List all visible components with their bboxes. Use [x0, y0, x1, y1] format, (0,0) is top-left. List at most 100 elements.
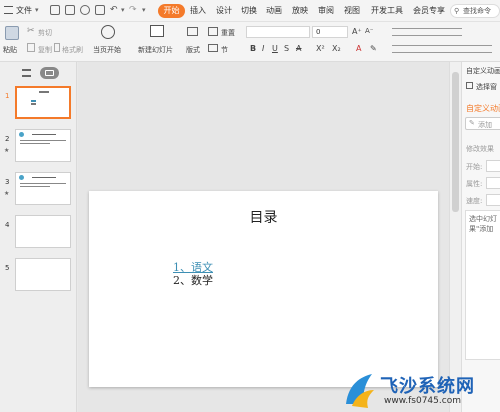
panel-title: 自定义动画 — [466, 104, 500, 113]
copy-icon[interactable] — [27, 43, 35, 52]
watermark-logo: 飞沙系统网 www.fs0745.com — [342, 368, 500, 412]
new-slide-icon[interactable] — [150, 25, 164, 37]
undo-dropdown-icon[interactable]: ▾ — [121, 6, 125, 14]
slide-thumbnail-4[interactable] — [15, 215, 71, 248]
cut-icon[interactable]: ✂ — [27, 26, 35, 36]
add-effect-button[interactable]: ✎ 添加 — [465, 117, 500, 130]
ribbon-toolbar: 粘贴 ✂ 剪切 复制 格式刷 当页开始 新建幻灯片 版式 重置 节 0 A⁺ A… — [0, 22, 500, 62]
layout-button[interactable]: 版式 — [186, 45, 200, 55]
slide-view-icon — [45, 70, 54, 76]
toc-item[interactable]: 2、数学 — [173, 272, 213, 288]
section-button[interactable]: 节 — [221, 45, 228, 55]
tab-design[interactable]: 设计 — [216, 4, 232, 18]
thumb-text-line — [20, 186, 50, 187]
shrink-font-icon[interactable]: A⁻ — [365, 27, 373, 35]
slide-number-5: 5 — [5, 264, 10, 272]
tab-view[interactable]: 视图 — [344, 4, 360, 18]
thumb-text-line — [20, 143, 50, 144]
shadow-icon[interactable]: S — [284, 44, 289, 53]
animation-list[interactable]: 选中幻灯 果"添加 — [465, 210, 500, 360]
section-icon[interactable] — [208, 44, 218, 52]
tab-slideshow[interactable]: 放映 — [292, 4, 308, 18]
font-name-select[interactable] — [246, 26, 310, 38]
font-size-select[interactable]: 0 — [312, 26, 348, 38]
slide-thumbnail-1[interactable] — [15, 86, 71, 119]
format-painter-icon[interactable] — [54, 43, 60, 52]
slide-number-1: 1 — [5, 92, 10, 100]
thumb-logo — [19, 175, 24, 180]
save-icon[interactable] — [50, 5, 60, 15]
vertical-scrollbar[interactable] — [449, 62, 461, 412]
tab-member[interactable]: 会员专享 — [413, 4, 445, 18]
scrollbar-thumb[interactable] — [452, 72, 459, 212]
hamburger-icon[interactable] — [4, 6, 13, 14]
reset-button[interactable]: 重置 — [221, 28, 235, 38]
start-select[interactable] — [486, 160, 500, 172]
search-label: 查找命令 — [463, 7, 491, 15]
export-icon[interactable] — [65, 5, 75, 15]
slide-thumbnail-5[interactable] — [15, 258, 71, 291]
paragraph-tools-row2[interactable] — [392, 45, 492, 53]
file-menu[interactable]: 文件 — [16, 4, 32, 18]
thumb-text-line — [20, 140, 66, 141]
font-color-icon[interactable]: A — [356, 44, 361, 53]
print-icon[interactable] — [80, 5, 90, 15]
selection-pane-button[interactable]: 选择窗 — [476, 82, 497, 92]
redo-icon[interactable]: ↷ — [129, 5, 137, 15]
tab-start[interactable]: 开始 — [158, 4, 185, 18]
slide-canvas[interactable]: 目录 1、语文 2、数学 — [89, 191, 438, 387]
play-icon[interactable] — [101, 25, 115, 39]
layout-icon[interactable] — [187, 27, 198, 36]
tab-animation[interactable]: 动画 — [266, 4, 282, 18]
file-dropdown-icon[interactable]: ▾ — [35, 6, 39, 14]
cut-button[interactable]: 剪切 — [38, 28, 52, 38]
copy-button[interactable]: 复制 — [38, 45, 52, 55]
animation-hint: 选中幻灯 果"添加 — [469, 215, 497, 233]
slide-view-toggle-icon[interactable] — [40, 67, 59, 79]
italic-icon[interactable]: I — [262, 44, 264, 53]
tab-transition[interactable]: 切换 — [241, 4, 257, 18]
subscript-icon[interactable]: X₂ — [332, 44, 341, 53]
tab-developer[interactable]: 开发工具 — [371, 4, 403, 18]
thumb-text-line — [32, 134, 56, 135]
add-effect-icon: ✎ — [469, 119, 475, 127]
selection-pane-icon[interactable] — [466, 82, 473, 89]
property-select[interactable] — [486, 177, 500, 189]
slide-thumbnail-3[interactable] — [15, 172, 71, 205]
superscript-icon[interactable]: X² — [316, 44, 325, 53]
tab-review[interactable]: 审阅 — [318, 4, 334, 18]
modify-effect-label: 修改效果 — [466, 145, 494, 153]
highlight-icon[interactable]: ✎ — [370, 44, 377, 53]
undo-icon[interactable]: ↶ — [110, 5, 118, 15]
paste-icon[interactable] — [5, 26, 19, 40]
slide-title[interactable]: 目录 — [89, 207, 438, 227]
paste-button[interactable]: 粘贴 — [3, 45, 17, 55]
play-current-button[interactable]: 当页开始 — [93, 45, 121, 55]
speed-select[interactable] — [486, 194, 500, 206]
start-label: 开始: — [466, 163, 483, 171]
search-icon: ⚲ — [454, 7, 460, 15]
reset-icon[interactable] — [208, 27, 218, 36]
add-effect-label: 添加 — [478, 121, 492, 129]
watermark-name: 飞沙系统网 — [380, 376, 475, 397]
preview-icon[interactable] — [95, 5, 105, 15]
outline-view-icon[interactable] — [22, 69, 31, 77]
search-input[interactable]: ⚲ 查找命令 — [450, 4, 500, 18]
watermark-logo-icon — [346, 374, 374, 408]
slide-thumbnail-2[interactable] — [15, 129, 71, 162]
new-slide-button[interactable]: 新建幻灯片 — [138, 45, 173, 55]
slide-number-4: 4 — [5, 221, 10, 229]
tab-insert[interactable]: 插入 — [190, 4, 206, 18]
slide-number-3: 3 — [5, 178, 10, 186]
slide-number-2: 2 — [5, 135, 10, 143]
paragraph-tools-row1[interactable] — [392, 28, 462, 36]
bold-icon[interactable]: B — [250, 44, 256, 53]
thumb-logo — [19, 132, 24, 137]
underline-icon[interactable]: U — [272, 44, 278, 53]
more-icon[interactable]: ▾ — [142, 6, 146, 14]
grow-font-icon[interactable]: A⁺ — [352, 27, 362, 36]
thumb-text-line — [31, 100, 36, 102]
menu-bar: 文件 ▾ ↶ ▾ ↷ ▾ 开始 插入 设计 切换 动画 放映 审阅 视图 开发工… — [0, 0, 500, 22]
format-painter-button[interactable]: 格式刷 — [62, 45, 83, 55]
strikethrough-icon[interactable]: A — [296, 44, 301, 53]
